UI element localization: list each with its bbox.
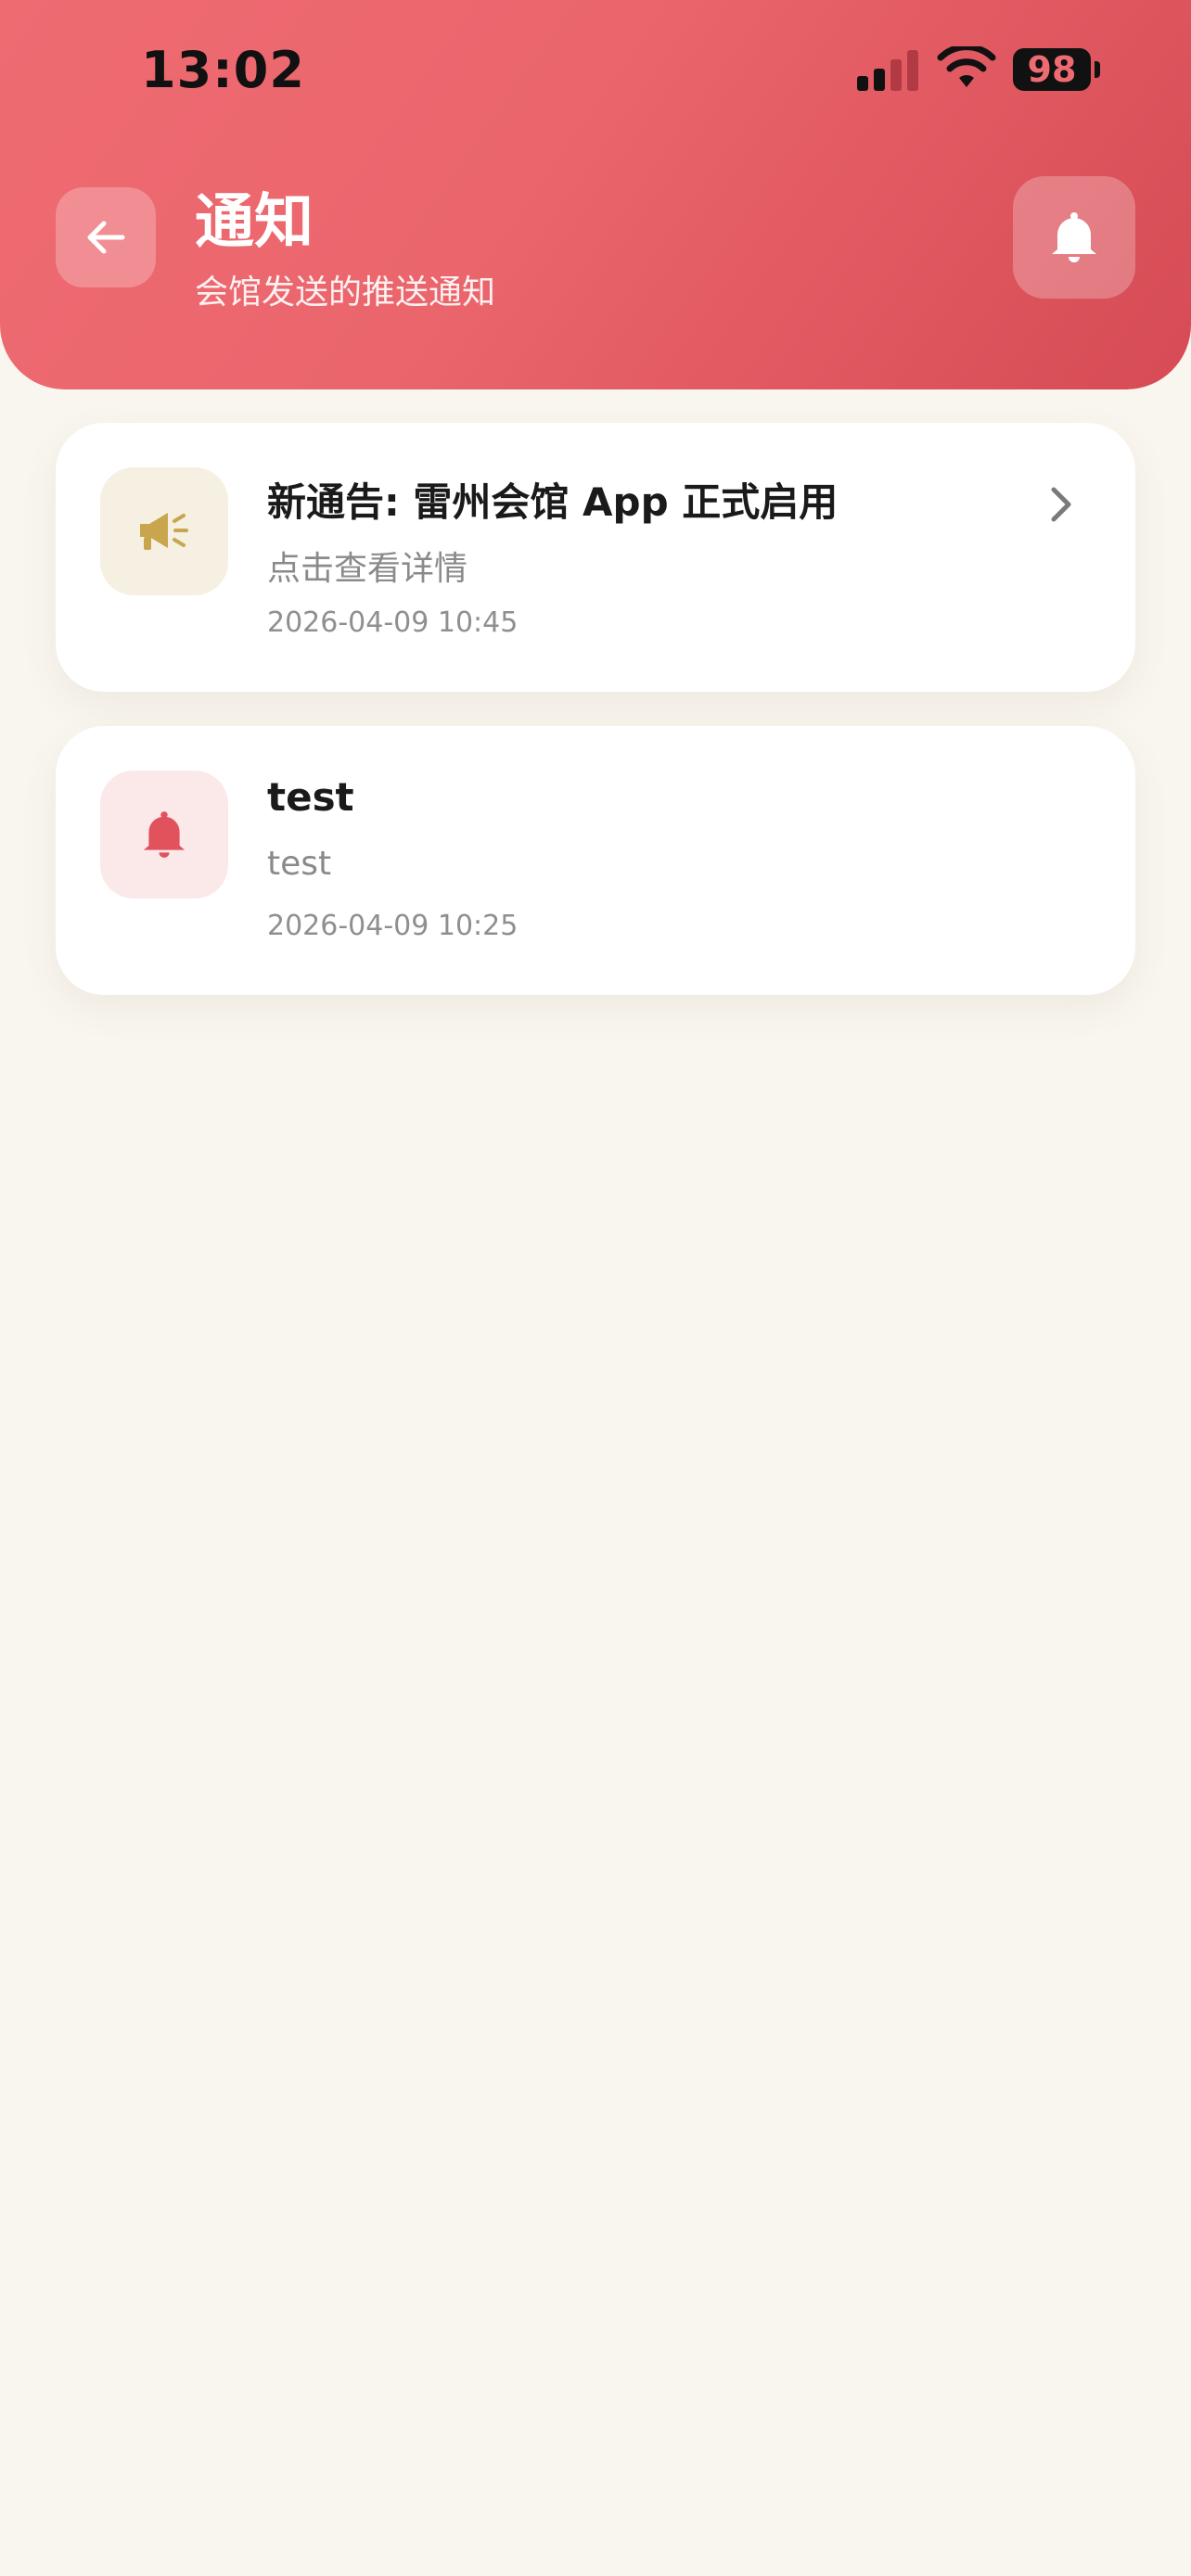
battery-icon: 98 — [1013, 48, 1091, 91]
notification-time: 2026-04-09 10:25 — [267, 910, 519, 942]
bell-icon — [143, 811, 186, 858]
notification-settings-button[interactable] — [1013, 176, 1135, 299]
megaphone-icon — [140, 513, 188, 550]
battery-level: 98 — [1027, 49, 1077, 90]
page-title: 通知 — [195, 188, 314, 257]
chevron-right-icon — [1051, 487, 1071, 522]
signal-icon — [857, 50, 918, 91]
wifi-icon — [937, 46, 996, 87]
notification-card[interactable]: 新通告: 雷州会馆 App 正式启用 点击查看详情 2026-04-09 10:… — [56, 423, 1135, 692]
notification-body: test — [267, 845, 332, 883]
notification-time: 2026-04-09 10:45 — [267, 606, 519, 639]
notification-icon-container — [100, 771, 228, 899]
notification-title: test — [267, 774, 354, 820]
notification-body: 点击查看详情 — [267, 550, 468, 588]
notification-title: 新通告: 雷州会馆 App 正式启用 — [267, 479, 839, 525]
header: 13:02 98 通知 会馆发送的推送通知 — [0, 0, 1191, 389]
battery-nub — [1095, 61, 1100, 78]
bell-icon — [1052, 212, 1096, 262]
status-time: 13:02 — [141, 41, 305, 99]
arrow-left-icon — [87, 221, 125, 254]
page-subtitle: 会馆发送的推送通知 — [195, 274, 496, 312]
back-button[interactable] — [56, 187, 156, 287]
notification-icon-container — [100, 467, 228, 595]
notification-card[interactable]: test test 2026-04-09 10:25 — [56, 726, 1135, 995]
